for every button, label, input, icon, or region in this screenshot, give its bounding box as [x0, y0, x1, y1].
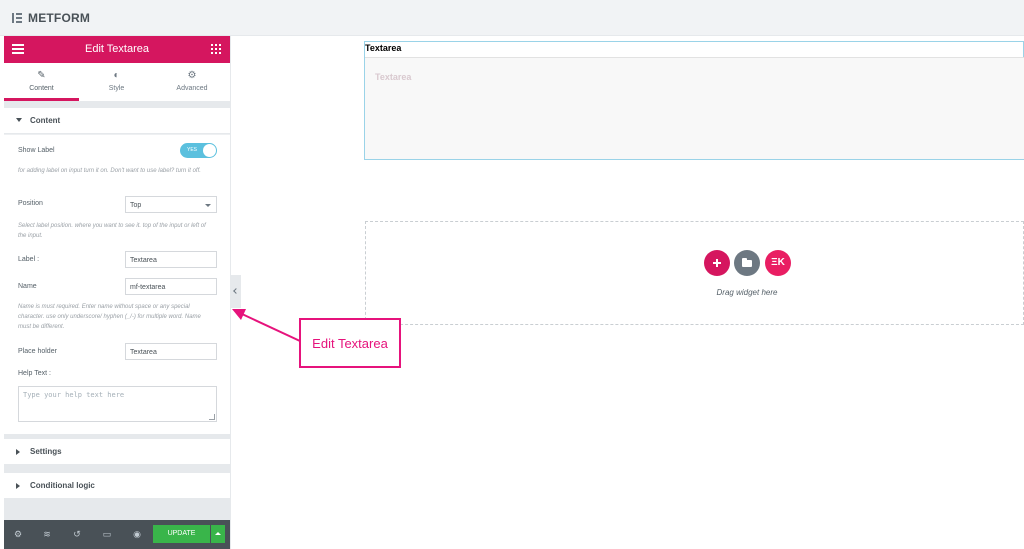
- annotation-callout: Edit Textarea: [299, 318, 401, 368]
- annotation-arrow: [232, 309, 301, 342]
- annotation-text: Edit Textarea: [312, 336, 388, 351]
